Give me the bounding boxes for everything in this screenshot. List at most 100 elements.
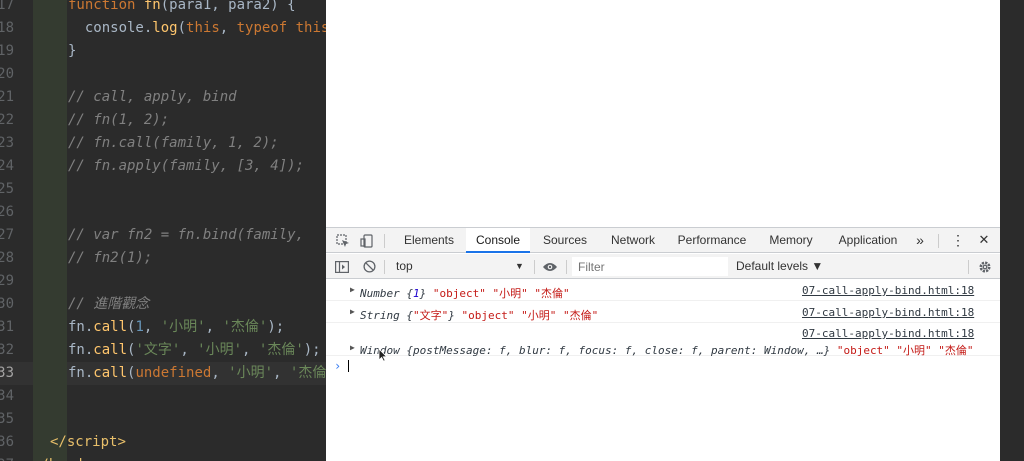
more-tabs-button[interactable]: » — [910, 228, 930, 253]
code-token: , — [273, 365, 290, 381]
code-line[interactable]: 33 fn.call(undefined, '小明', '杰倫' — [0, 362, 326, 385]
code-token: call — [93, 319, 128, 335]
code-line[interactable]: 27 // var fn2 = fn.bind(family, — [0, 224, 326, 247]
tab-separator — [938, 234, 939, 248]
console-source-link[interactable]: 07-call-apply-bind.html:18 — [802, 284, 974, 297]
tab-application[interactable]: Application — [830, 228, 906, 253]
console-message-row[interactable]: ▶ Window {postMessage: f, blur: f, focus… — [326, 324, 1000, 357]
code-line[interactable]: 19} — [0, 40, 326, 63]
code-token: typeof — [236, 20, 296, 36]
mouse-pointer-icon — [378, 348, 388, 362]
console-prompt[interactable]: › — [326, 356, 1000, 376]
code-token: ); — [303, 342, 321, 358]
tab-network[interactable]: Network — [602, 228, 664, 253]
tab-console[interactable]: Console — [466, 228, 530, 253]
code-token: console — [68, 20, 144, 36]
expand-triangle-icon[interactable]: ▶ — [350, 343, 355, 352]
code-line[interactable]: 36 </script> — [0, 431, 326, 454]
toolbar-separator — [566, 260, 567, 274]
console-source-link[interactable]: 07-call-apply-bind.html:18 — [802, 306, 974, 319]
indent-guide — [33, 270, 67, 293]
code-token: // fn2(1); — [68, 250, 153, 266]
code-line[interactable]: 28 // fn2(1); — [0, 247, 326, 270]
tab-sources[interactable]: Sources — [536, 228, 594, 253]
line-number: 31 — [0, 319, 14, 335]
tab-memory[interactable]: Memory — [762, 228, 820, 253]
inspect-element-icon[interactable] — [332, 228, 354, 253]
live-expression-eye-icon[interactable] — [539, 254, 561, 279]
code-line[interactable]: 26 — [0, 201, 326, 224]
filter-input[interactable] — [572, 257, 728, 276]
code-token: // fn.apply(family, [3, 4]); — [68, 158, 305, 174]
console-message-row[interactable]: ▶ Number {1} "object" "小明" "杰倫" 07-call-… — [326, 280, 1000, 301]
code-line[interactable]: 37 </head> — [0, 454, 326, 461]
code-token: '杰倫' — [289, 365, 326, 381]
clear-console-icon[interactable] — [359, 254, 379, 279]
code-token: , — [143, 319, 161, 335]
code-token: , — [219, 20, 237, 36]
console-source-link[interactable]: 07-call-apply-bind.html:18 — [802, 327, 974, 340]
code-line[interactable]: 35 — [0, 408, 326, 431]
code-token: </ — [50, 434, 67, 450]
gear-icon[interactable] — [974, 254, 996, 279]
code-token: // fn(1, 2); — [68, 112, 170, 128]
console-value: Number — [360, 287, 407, 300]
code-token: fn — [68, 365, 85, 381]
code-line[interactable]: 25 — [0, 178, 326, 201]
indent-guide — [33, 224, 67, 247]
code-token: // 進階觀念 — [68, 296, 150, 312]
sidebar-toggle-icon[interactable] — [332, 254, 352, 279]
code-line[interactable]: 21 // call, apply, bind — [0, 86, 326, 109]
code-token: fn — [143, 0, 161, 13]
code-token: > — [117, 434, 126, 450]
code-token: </ — [32, 457, 49, 461]
code-text: // fn2(1); — [68, 247, 152, 270]
indent-guide — [33, 408, 67, 431]
code-token: undefined — [135, 365, 212, 381]
indent-guide — [33, 86, 67, 109]
code-token: script — [66, 434, 118, 450]
expand-triangle-icon[interactable]: ▶ — [350, 285, 355, 294]
code-text: </script> — [50, 431, 126, 454]
code-line[interactable]: 18 console.log(this, typeof this — [0, 17, 326, 40]
code-token: '杰倫' — [222, 319, 268, 335]
indent-guide — [33, 339, 67, 362]
code-token: (para1, para2) { — [160, 0, 296, 13]
device-toolbar-icon[interactable] — [356, 228, 378, 253]
console-message-row[interactable]: ▶ String {"文字"} "object" "小明" "杰倫" 07-ca… — [326, 302, 1000, 323]
code-line[interactable]: 20 — [0, 63, 326, 86]
code-line[interactable]: 31 fn.call(1, '小明', '杰倫'); — [0, 316, 326, 339]
line-number: 28 — [0, 250, 14, 266]
indent-guide — [33, 132, 67, 155]
indent-guide — [33, 178, 67, 201]
console-messages[interactable]: ▶ Number {1} "object" "小明" "杰倫" 07-call-… — [326, 280, 1000, 461]
tab-separator — [384, 234, 385, 248]
line-number: 26 — [0, 204, 14, 220]
code-text: console.log(this, typeof this — [68, 17, 326, 40]
code-line[interactable]: 22 // fn(1, 2); — [0, 109, 326, 132]
code-line[interactable]: 30 // 進階觀念 — [0, 293, 326, 316]
code-line[interactable]: 34 — [0, 385, 326, 408]
code-line[interactable]: 17 function fn(para1, para2) { — [0, 0, 326, 17]
expand-triangle-icon[interactable]: ▶ — [350, 307, 355, 316]
code-line[interactable]: 23 // fn.call(family, 1, 2); — [0, 132, 326, 155]
code-editor[interactable]: 17 function fn(para1, para2) {18 console.… — [0, 0, 326, 461]
context-select[interactable]: top — [390, 257, 530, 276]
indent-guide — [33, 40, 67, 63]
code-line[interactable]: 24 // fn.apply(family, [3, 4]); — [0, 155, 326, 178]
code-token: this — [295, 20, 326, 36]
code-text: // fn(1, 2); — [68, 109, 169, 132]
close-devtools-icon[interactable]: ✕ — [974, 228, 994, 253]
indent-guide — [33, 17, 67, 40]
code-text: fn.call('文字', '小明', '杰倫'); — [68, 339, 321, 362]
code-line[interactable]: 29 — [0, 270, 326, 293]
tab-performance[interactable]: Performance — [672, 228, 752, 253]
chevron-down-icon: ▼ — [515, 261, 524, 271]
toolbar-separator — [384, 260, 385, 274]
code-line[interactable]: 32 fn.call('文字', '小明', '杰倫'); — [0, 339, 326, 362]
indent-guide — [33, 201, 67, 224]
log-levels-dropdown[interactable]: Default levels ▼ — [734, 257, 823, 276]
devtools-menu-icon[interactable]: ⋮ — [948, 228, 968, 253]
tab-elements[interactable]: Elements — [396, 228, 462, 253]
code-token: this — [186, 20, 220, 36]
